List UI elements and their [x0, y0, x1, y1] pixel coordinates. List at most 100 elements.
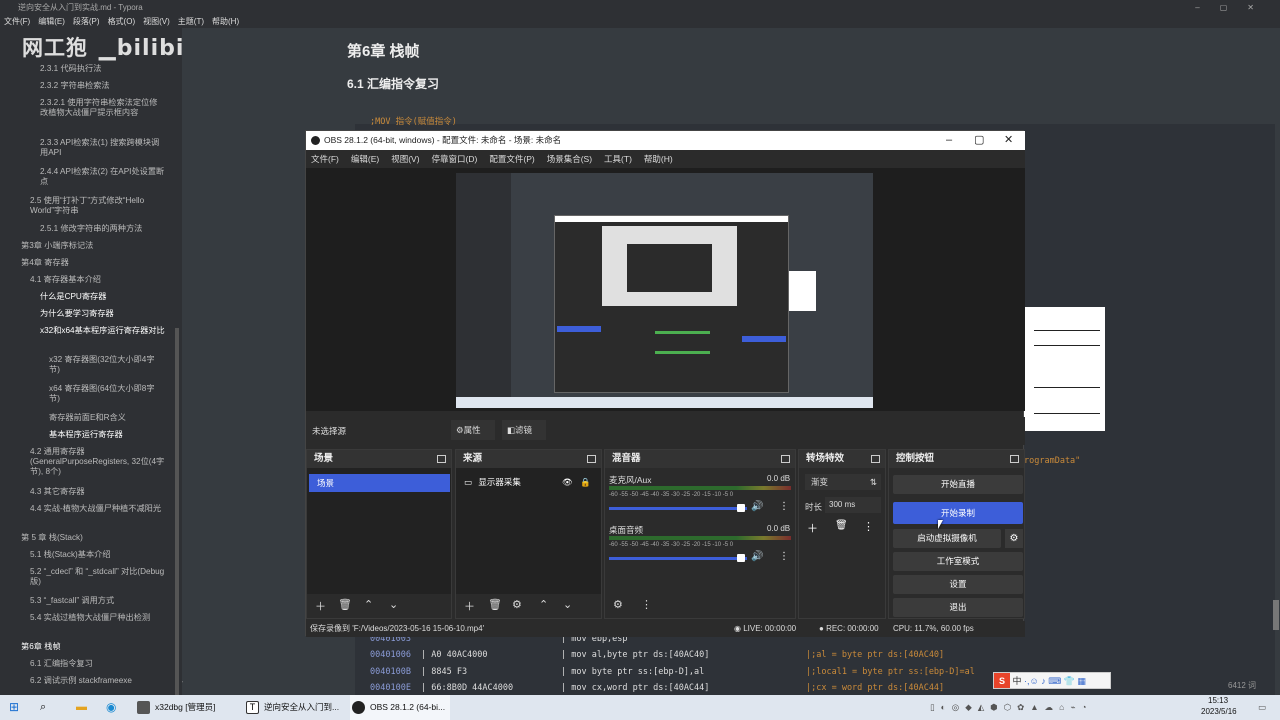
- outline-item[interactable]: 6.1 汇编指令复习: [30, 659, 93, 669]
- menu-help[interactable]: 帮助(H): [212, 15, 239, 28]
- outline-item[interactable]: 5.4 实战过植物大战僵尸种出检测: [30, 613, 165, 623]
- volume-slider[interactable]: [609, 507, 747, 510]
- down-arrow-icon[interactable]: ⌄: [389, 598, 398, 611]
- menu-view[interactable]: 视图(V): [143, 15, 170, 28]
- undock-icon[interactable]: [437, 455, 446, 463]
- obs-menu-edit[interactable]: 编辑(E): [351, 150, 379, 168]
- settings-button[interactable]: 设置: [893, 575, 1023, 594]
- source-item[interactable]: ▭ 显示器采集 👁 🔒: [456, 474, 601, 490]
- up-arrow-icon[interactable]: ⌃: [364, 598, 373, 611]
- obs-menu-scene-collection[interactable]: 场景集合(S): [547, 150, 592, 168]
- scene-item[interactable]: 场景: [309, 474, 450, 492]
- exit-button[interactable]: 退出: [893, 598, 1023, 617]
- edge-icon[interactable]: ◉: [106, 695, 116, 720]
- close-icon[interactable]: ✕: [1004, 131, 1013, 150]
- menu-paragraph[interactable]: 段落(P): [73, 15, 100, 28]
- undock-icon[interactable]: [587, 455, 596, 463]
- word-count[interactable]: 6412 词: [1228, 680, 1256, 691]
- taskbar-app-x32dbg[interactable]: x32dbg [管理员]: [135, 695, 235, 720]
- outline-item[interactable]: 寄存器前面E和R含义: [49, 413, 126, 423]
- add-icon[interactable]: ＋: [464, 598, 475, 614]
- duration-input[interactable]: 300 ms: [825, 497, 881, 513]
- speaker-icon[interactable]: 🔊: [751, 551, 763, 562]
- outline-item[interactable]: 第6章 栈帧: [21, 642, 61, 652]
- outline-item[interactable]: 4.4 实战-植物大战僵尸种植不减阳光: [30, 504, 165, 514]
- file-explorer-icon[interactable]: ▬: [76, 695, 87, 720]
- sidebar-scrollbar[interactable]: [175, 328, 179, 695]
- clock-time[interactable]: 15:13: [1208, 696, 1228, 705]
- studio-mode-button[interactable]: 工作室模式: [893, 552, 1023, 571]
- outline-item[interactable]: 4.3 其它寄存器: [30, 487, 85, 497]
- more-icon[interactable]: ⋮: [863, 520, 874, 533]
- outline-item[interactable]: x32 寄存器图(32位大小即4字节): [49, 355, 164, 375]
- outline-item[interactable]: 为什么要学习寄存器: [40, 309, 114, 319]
- gear-icon[interactable]: ⚙: [512, 598, 522, 611]
- windows-start-icon[interactable]: ⊞: [9, 695, 19, 720]
- undock-icon[interactable]: [871, 455, 880, 463]
- outline-item[interactable]: 第3章 小端序标记法: [21, 241, 93, 251]
- outline-item[interactable]: 5.2 “_cdecl” 和 “_stdcall” 对比(Debug版): [30, 567, 165, 587]
- start-recording-button[interactable]: 开始录制: [893, 502, 1023, 524]
- trash-icon[interactable]: 🗑: [338, 598, 352, 611]
- outline-item[interactable]: 2.5 使用“打补丁”方式修改“Hello World”字符串: [30, 196, 160, 216]
- outline-item[interactable]: 2.4.4 API检索法(2) 在API处设置断点: [40, 167, 165, 187]
- menu-edit[interactable]: 编辑(E): [38, 15, 65, 28]
- outline-item[interactable]: 6.2 调试示例 stackframeexe: [30, 676, 132, 686]
- outline-item[interactable]: x64 寄存器图(64位大小即8字节): [49, 384, 164, 404]
- obs-menu-help[interactable]: 帮助(H): [644, 150, 673, 168]
- obs-menu-file[interactable]: 文件(F): [311, 150, 339, 168]
- ime-mode[interactable]: 中: [1013, 676, 1022, 686]
- window-controls[interactable]: –▢✕: [1195, 0, 1274, 15]
- outline-item[interactable]: 2.3.1 代码执行法: [40, 64, 101, 74]
- minimize-icon[interactable]: –: [946, 131, 952, 150]
- more-icon[interactable]: ⋮: [641, 598, 652, 611]
- tray-icons[interactable]: ▯◐◎◆◭⬢⬡✿▲☁⌂⌁◔: [930, 695, 1093, 720]
- outline-item[interactable]: 2.3.2.1 使用字符串检索法定位修改植物大战僵尸提示框内容: [40, 98, 165, 118]
- obs-menu-view[interactable]: 视图(V): [391, 150, 419, 168]
- properties-button[interactable]: ⚙属性: [451, 420, 495, 440]
- outline-item[interactable]: 第4章 寄存器: [21, 258, 69, 268]
- down-arrow-icon[interactable]: ⌄: [563, 598, 572, 611]
- ime-toolbar[interactable]: S 中 ·,☺ ♪ ⌨ 👕 ▦: [993, 672, 1111, 689]
- undock-icon[interactable]: [1010, 455, 1019, 463]
- outline-item[interactable]: 2.3.3 API检索法(1) 搜索跨模块调用API: [40, 138, 165, 158]
- clock-date[interactable]: 2023/5/16: [1201, 707, 1237, 716]
- speaker-icon[interactable]: 🔊: [751, 501, 763, 512]
- up-arrow-icon[interactable]: ⌃: [539, 598, 548, 611]
- gear-icon[interactable]: ⚙: [613, 598, 623, 611]
- trash-icon[interactable]: 🗑: [488, 598, 502, 611]
- outline-item[interactable]: x32和x64基本程序运行寄存器对比: [40, 326, 165, 336]
- outline-item[interactable]: 2.5.1 修改字符串的两种方法: [40, 224, 142, 234]
- outline-item[interactable]: 4.2 通用寄存器(GeneralPurposeRegisters, 32位(4…: [30, 447, 165, 477]
- lock-icon[interactable]: 🔒: [580, 474, 591, 490]
- gear-icon[interactable]: ⚙: [1005, 529, 1023, 548]
- outline-item[interactable]: 2.3.2 字符串检索法: [40, 81, 110, 91]
- ime-tools-icons[interactable]: ·,☺ ♪ ⌨ 👕 ▦: [1024, 676, 1086, 686]
- menu-file[interactable]: 文件(F): [4, 15, 30, 28]
- editor-scrollbar[interactable]: [1273, 600, 1279, 630]
- add-icon[interactable]: ＋: [315, 598, 326, 614]
- outline-item[interactable]: 5.3 “_fastcall” 调用方式: [30, 596, 114, 606]
- outline-item[interactable]: 4.1 寄存器基本介绍: [30, 275, 101, 285]
- transition-select[interactable]: 渐变 ⇅: [805, 474, 881, 490]
- slider-handle[interactable]: [737, 554, 745, 562]
- volume-slider[interactable]: [609, 557, 747, 560]
- undock-icon[interactable]: [781, 455, 790, 463]
- obs-menu-profile[interactable]: 配置文件(P): [489, 150, 534, 168]
- taskbar-app-obs[interactable]: OBS 28.1.2 (64-bi...: [350, 695, 450, 720]
- maximize-icon[interactable]: ▢: [974, 131, 984, 150]
- menu-format[interactable]: 格式(O): [108, 15, 136, 28]
- menu-theme[interactable]: 主题(T): [178, 15, 204, 28]
- slider-handle[interactable]: [737, 504, 745, 512]
- outline-item[interactable]: 第 5 章 栈(Stack): [21, 533, 83, 543]
- notification-icon[interactable]: ▭: [1258, 695, 1266, 720]
- obs-menu-tools[interactable]: 工具(T): [604, 150, 632, 168]
- obs-preview[interactable]: [306, 168, 1025, 411]
- add-icon[interactable]: ＋: [807, 520, 818, 536]
- start-streaming-button[interactable]: 开始直播: [893, 475, 1023, 494]
- outline-item[interactable]: 什么是CPU寄存器: [40, 292, 106, 302]
- more-icon[interactable]: ⋮: [779, 501, 789, 512]
- filters-button[interactable]: ◧滤镜: [502, 420, 546, 440]
- trash-icon[interactable]: 🗑: [835, 520, 848, 531]
- start-virtual-camera-button[interactable]: 启动虚拟摄像机: [893, 529, 1001, 548]
